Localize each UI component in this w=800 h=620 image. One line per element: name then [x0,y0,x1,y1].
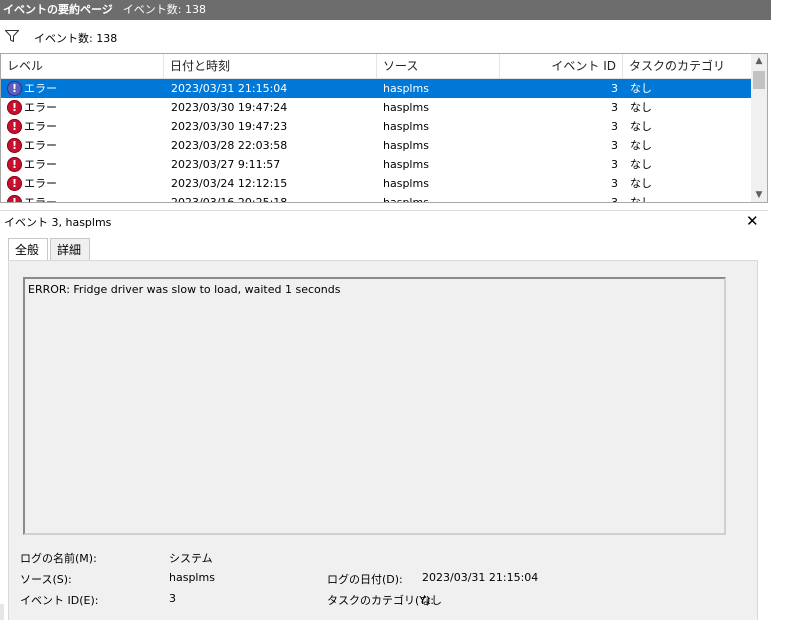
cell-datetime: 2023/03/27 9:11:57 [171,158,281,171]
column-header-event-id[interactable]: イベント ID [500,54,623,78]
table-header: レベル 日付と時刻 ソース イベント ID タスクのカテゴリ [1,54,751,79]
column-header-task-category[interactable]: タスクのカテゴリ [623,54,751,78]
column-header-level[interactable]: レベル [1,54,164,78]
logged-date-label: ログの日付(D): [327,573,403,586]
detail-title: イベント 3, hasplms [4,216,112,229]
scroll-thumb[interactable] [753,71,765,89]
cell-task: なし [630,158,652,171]
error-icon: ! [7,176,22,191]
cell-datetime: 2023/03/30 19:47:24 [171,101,288,114]
cell-task: なし [630,101,652,114]
cell-task: なし [630,82,652,95]
cell-task: なし [630,139,652,152]
cell-datetime: 2023/03/24 12:12:15 [171,177,288,190]
cell-source: hasplms [383,101,429,114]
table-row[interactable]: ! エラー 2023/03/31 21:15:04 hasplms 3 なし [1,79,751,98]
cell-source: hasplms [383,196,429,203]
table-row[interactable]: ! エラー 2023/03/30 19:47:23 hasplms 3 なし [1,117,751,136]
funnel-icon[interactable] [5,30,19,42]
cell-level: エラー [24,120,57,133]
log-name-value: システム [169,552,213,565]
task-category-value: なし [420,594,442,607]
cell-level: エラー [24,139,57,152]
general-panel: ERROR: Fridge driver was slow to load, w… [8,260,758,620]
filter-count-text: イベント数: 138 [34,32,118,45]
source-value: hasplms [169,571,215,584]
summary-title-bar: イベントの要約ページ イベント数: 138 [0,0,771,20]
tab-details[interactable]: 詳細 [50,238,90,260]
detail-header: イベント 3, hasplms ✕ [0,210,768,231]
cell-level: エラー [24,177,57,190]
event-count-label: イベント数: 138 [122,3,206,16]
scroll-up-icon[interactable]: ▲ [751,54,767,68]
table-row[interactable]: ! エラー 2023/03/28 22:03:58 hasplms 3 なし [1,136,751,155]
cell-event-id: 3 [611,177,618,190]
error-icon: ! [7,119,22,134]
error-icon: ! [7,195,22,202]
table-row[interactable]: ! エラー 2023/03/30 19:47:24 hasplms 3 なし [1,98,751,117]
source-label: ソース(S): [20,573,72,586]
scroll-down-icon[interactable]: ▼ [751,188,767,202]
log-name-label: ログの名前(M): [20,552,97,565]
event-id-value: 3 [169,592,176,605]
error-icon: ! [7,100,22,115]
cell-event-id: 3 [611,82,618,95]
cell-event-id: 3 [611,120,618,133]
window-right-margin [771,0,800,620]
cell-level: エラー [24,196,57,203]
cell-event-id: 3 [611,139,618,152]
summary-title: イベントの要約ページ [3,3,113,16]
cell-level: エラー [24,82,57,95]
cell-event-id: 3 [611,158,618,171]
cell-task: なし [630,196,652,203]
error-icon: ! [7,138,22,153]
cell-event-id: 3 [611,101,618,114]
cell-datetime: 2023/03/16 20:25:18 [171,196,288,203]
cell-level: エラー [24,158,57,171]
events-table[interactable]: レベル 日付と時刻 ソース イベント ID タスクのカテゴリ ! エラー 202… [0,53,768,203]
task-category-label: タスクのカテゴリ(Y): [327,594,435,607]
cell-level: エラー [24,101,57,114]
column-header-datetime[interactable]: 日付と時刻 [164,54,377,78]
event-description-box[interactable]: ERROR: Fridge driver was slow to load, w… [23,277,726,535]
tab-general[interactable]: 全般 [8,238,48,261]
cell-datetime: 2023/03/28 22:03:58 [171,139,288,152]
cell-task: なし [630,177,652,190]
cell-datetime: 2023/03/31 21:15:04 [171,82,288,95]
cell-source: hasplms [383,82,429,95]
window-edge [0,604,4,620]
column-header-source[interactable]: ソース [377,54,500,78]
error-icon: ! [7,81,22,96]
event-description-text: ERROR: Fridge driver was slow to load, w… [28,283,341,296]
filter-row: イベント数: 138 [0,22,771,52]
logged-date-value: 2023/03/31 21:15:04 [422,571,539,584]
error-icon: ! [7,157,22,172]
cell-event-id: 3 [611,196,618,203]
table-row[interactable]: ! エラー 2023/03/16 20:25:18 hasplms 3 なし [1,193,751,203]
close-icon[interactable]: ✕ [746,211,759,231]
table-row[interactable]: ! エラー 2023/03/24 12:12:15 hasplms 3 なし [1,174,751,193]
table-scrollbar[interactable]: ▲ ▼ [751,54,767,202]
cell-task: なし [630,120,652,133]
cell-datetime: 2023/03/30 19:47:23 [171,120,288,133]
cell-source: hasplms [383,139,429,152]
event-id-label: イベント ID(E): [20,594,99,607]
cell-source: hasplms [383,120,429,133]
cell-source: hasplms [383,177,429,190]
table-row[interactable]: ! エラー 2023/03/27 9:11:57 hasplms 3 なし [1,155,751,174]
cell-source: hasplms [383,158,429,171]
